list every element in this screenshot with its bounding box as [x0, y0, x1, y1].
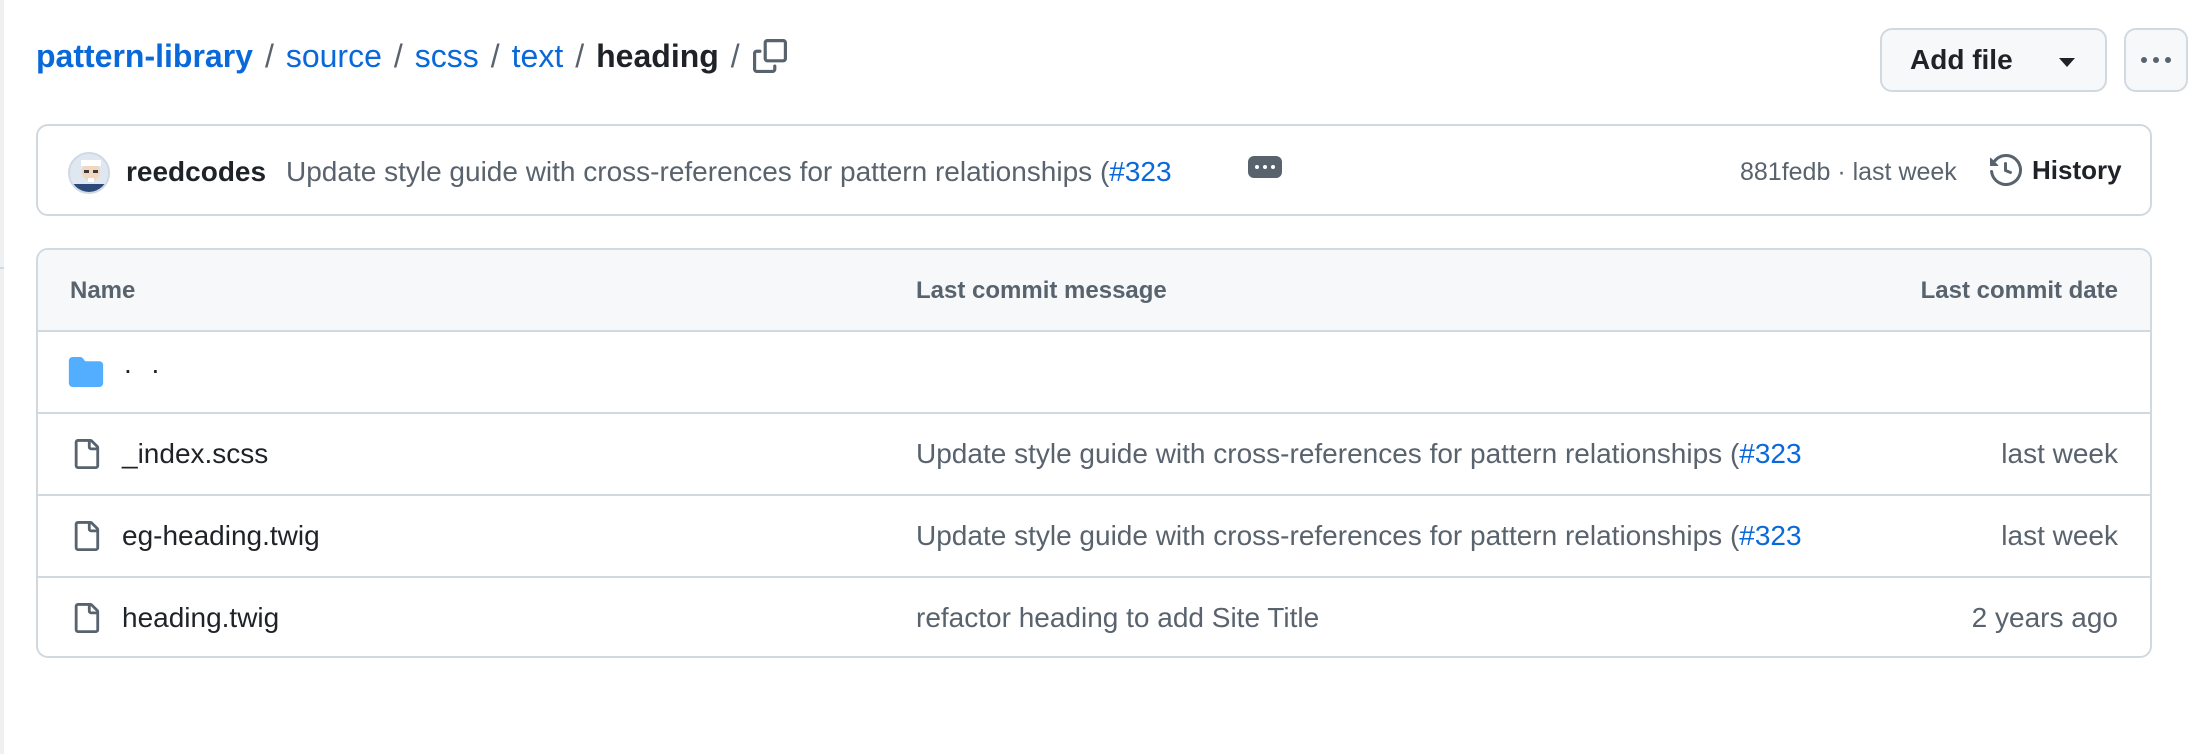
row-commit-date: last week: [2001, 438, 2118, 469]
breadcrumb-repo-link[interactable]: pattern-library: [36, 36, 253, 76]
left-page-edge: [0, 0, 4, 754]
row-commit-message-text: Update style guide with cross-references…: [916, 438, 1740, 469]
file-name-link[interactable]: heading.twig: [122, 598, 279, 638]
breadcrumb-separator: /: [264, 38, 274, 74]
commit-pr-link[interactable]: #323: [1109, 156, 1171, 187]
parent-directory-link[interactable]: . .: [124, 348, 165, 380]
copy-icon: [753, 39, 787, 73]
avatar[interactable]: [68, 152, 110, 194]
kebab-horizontal-icon: [2153, 57, 2159, 63]
ellipsis-icon: [1271, 165, 1275, 169]
commit-author-link[interactable]: reedcodes: [126, 152, 266, 192]
left-page-edge-divider: [0, 267, 4, 269]
row-commit-message[interactable]: refactor heading to add Site Title: [916, 598, 1319, 638]
table-row: heading.twig refactor heading to add Sit…: [38, 578, 2150, 656]
ellipsis-icon: [1255, 165, 1259, 169]
file-icon: [68, 600, 104, 636]
commit-sha-link[interactable]: 881fedb: [1740, 158, 1830, 186]
breadcrumb-scss-link[interactable]: scss: [415, 36, 479, 76]
row-pr-link[interactable]: #323: [1739, 438, 1801, 469]
breadcrumb-separator: /: [393, 38, 403, 74]
column-header-date: Last commit date: [1920, 277, 2118, 304]
commit-meta-separator: ·: [1830, 158, 1853, 186]
history-button[interactable]: History: [1990, 148, 2122, 192]
breadcrumb-text-link[interactable]: text: [512, 36, 564, 76]
commit-meta: 881fedb · last week: [1740, 154, 1957, 190]
commit-message: Update style guide with cross-references…: [286, 152, 1172, 192]
triangle-down-icon: [2059, 58, 2075, 67]
history-icon: [1990, 154, 2022, 186]
table-row: _index.scss Update style guide with cros…: [38, 414, 2150, 496]
file-table: Name Last commit message Last commit dat…: [36, 248, 2152, 658]
file-name-link[interactable]: _index.scss: [122, 434, 268, 474]
table-row: eg-heading.twig Update style guide with …: [38, 496, 2150, 578]
table-header: Name Last commit message Last commit dat…: [38, 250, 2150, 332]
breadcrumb-separator: /: [490, 38, 500, 74]
folder-icon: [68, 354, 104, 390]
more-options-button[interactable]: [2124, 28, 2188, 92]
file-icon: [68, 518, 104, 554]
kebab-horizontal-icon: [2165, 57, 2171, 63]
row-commit-date: last week: [2001, 520, 2118, 551]
row-commit-message[interactable]: Update style guide with cross-references…: [916, 434, 1802, 474]
parent-directory-row[interactable]: . .: [38, 332, 2150, 414]
breadcrumb-current: heading: [596, 38, 719, 74]
breadcrumb-separator: /: [730, 38, 740, 74]
file-name-link[interactable]: eg-heading.twig: [122, 516, 320, 556]
copy-path-button[interactable]: [750, 36, 790, 76]
history-label: History: [2032, 154, 2122, 185]
file-icon: [68, 436, 104, 472]
row-commit-date: 2 years ago: [1971, 602, 2118, 633]
breadcrumb: pattern-library / source / scss / text /…: [36, 36, 752, 76]
avatar-image: [70, 154, 108, 192]
add-file-label: Add file: [1910, 44, 2013, 75]
row-commit-message[interactable]: Update style guide with cross-references…: [916, 516, 1802, 556]
row-pr-link[interactable]: #323: [1739, 520, 1801, 551]
latest-commit-bar: reedcodes Update style guide with cross-…: [36, 124, 2152, 216]
breadcrumb-source-link[interactable]: source: [286, 36, 382, 76]
breadcrumb-separator: /: [575, 38, 585, 74]
column-header-name: Name: [70, 277, 136, 304]
file-navigation-header: pattern-library / source / scss / text /…: [36, 28, 2188, 94]
kebab-horizontal-icon: [2141, 57, 2147, 63]
row-commit-message-text: refactor heading to add Site Title: [916, 602, 1320, 633]
commit-time: last week: [1852, 158, 1957, 186]
row-commit-message-text: Update style guide with cross-references…: [916, 520, 1740, 551]
expand-commit-message-button[interactable]: [1248, 156, 1282, 178]
commit-message-link[interactable]: Update style guide with cross-references…: [286, 156, 1109, 187]
add-file-button[interactable]: Add file: [1880, 28, 2107, 92]
column-header-message: Last commit message: [916, 277, 1167, 304]
ellipsis-icon: [1263, 165, 1267, 169]
